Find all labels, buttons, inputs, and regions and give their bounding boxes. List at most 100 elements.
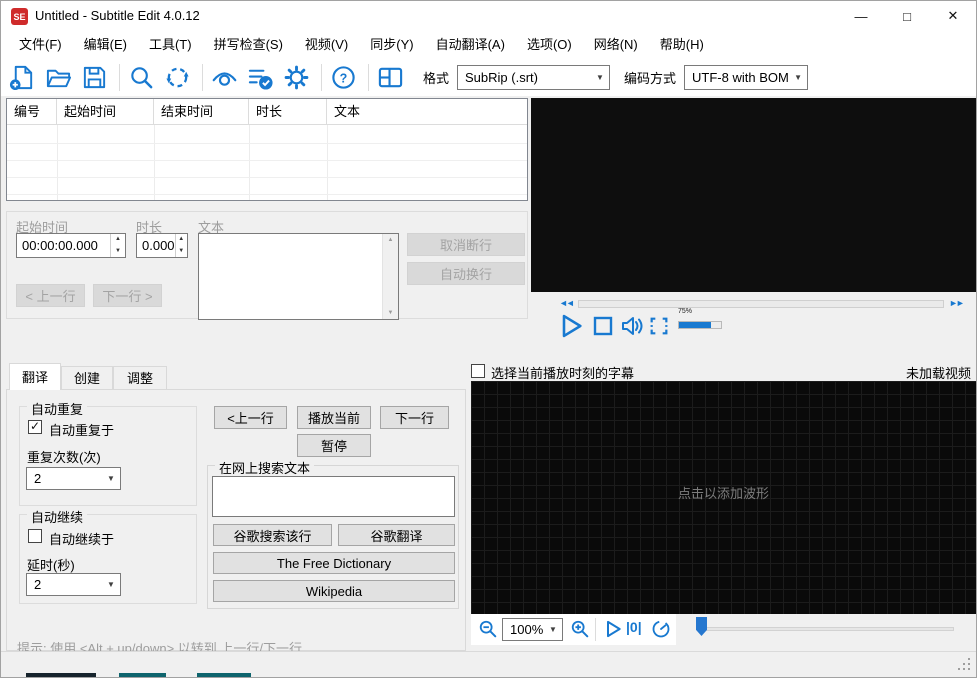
col-duration[interactable]: 时长: [249, 99, 327, 124]
new-file-icon[interactable]: [9, 64, 36, 91]
seek-forward-icon[interactable]: ►►: [949, 298, 965, 308]
menu-spellcheck[interactable]: 拼写检查(S): [203, 31, 294, 59]
web-search-input[interactable]: [212, 476, 455, 517]
pause-button[interactable]: 暂停: [297, 434, 371, 457]
col-text[interactable]: 文本: [327, 99, 527, 124]
tab-create[interactable]: 创建: [61, 366, 113, 390]
prev-line-button[interactable]: < 上一行: [16, 284, 85, 307]
waveform-area[interactable]: 点击以添加波形: [471, 381, 976, 614]
spell-check-icon[interactable]: [247, 64, 274, 91]
auto-continue-checkbox-label: 自动继续于: [49, 532, 115, 547]
seek-back-icon[interactable]: ◄◄: [559, 298, 575, 308]
replace-icon[interactable]: [164, 64, 191, 91]
col-end[interactable]: 结束时间: [154, 99, 249, 124]
taskbar-sliver: [197, 673, 251, 677]
visual-sync-icon[interactable]: [211, 64, 238, 91]
subtitle-list[interactable]: 编号 起始时间 结束时间 时长 文本: [6, 98, 528, 201]
slider-thumb[interactable]: [696, 617, 707, 636]
help-icon[interactable]: ?: [330, 64, 357, 91]
play-from-start-button[interactable]: |0|: [626, 619, 642, 635]
volume-icon[interactable]: [619, 313, 645, 339]
textarea-scrollbar[interactable]: ▲ ▼: [382, 234, 398, 319]
free-dictionary-button[interactable]: The Free Dictionary: [213, 552, 455, 574]
subtitle-text-area[interactable]: ▲ ▼: [198, 233, 399, 320]
select-current-subtitle-label: 选择当前播放时刻的字幕: [491, 366, 635, 381]
spin-down-icon[interactable]: ▼: [176, 246, 187, 258]
auto-repeat-group-label: 自动重复: [27, 399, 88, 418]
play-current-button[interactable]: 播放当前: [297, 406, 371, 429]
menu-network[interactable]: 网络(N): [583, 31, 649, 59]
repeat-count-select[interactable]: 2 ▼: [26, 467, 121, 490]
waveform-controls: 100% ▼ |0|: [471, 614, 976, 645]
menu-options[interactable]: 选项(O): [516, 31, 583, 59]
menu-help[interactable]: 帮助(H): [649, 31, 715, 59]
menu-sync[interactable]: 同步(Y): [359, 31, 424, 59]
format-select[interactable]: SubRip (.srt) ▼: [457, 65, 611, 90]
encoding-select[interactable]: UTF-8 with BOM ▼: [684, 65, 809, 90]
zoom-in-icon[interactable]: [570, 619, 590, 639]
waveform-zoom-select[interactable]: 100% ▼: [502, 618, 563, 641]
auto-repeat-checkbox[interactable]: [28, 419, 42, 434]
spin-up-icon[interactable]: ▲: [111, 234, 125, 246]
wikipedia-button[interactable]: Wikipedia: [213, 580, 455, 602]
scroll-down-icon[interactable]: ▼: [383, 310, 398, 316]
col-start[interactable]: 起始时间: [57, 99, 154, 124]
menu-tools[interactable]: 工具(T): [138, 31, 203, 59]
menu-file[interactable]: 文件(F): [8, 31, 73, 59]
unbreak-button[interactable]: 取消断行: [407, 233, 525, 256]
chevron-down-icon: ▼: [107, 580, 115, 589]
autobreak-button[interactable]: 自动换行: [407, 262, 525, 285]
minimize-button[interactable]: —: [838, 1, 884, 31]
open-file-icon[interactable]: [45, 64, 72, 91]
translate-tab-page: 自动重复 自动重复于 重复次数(次) 2 ▼ 自动继续 自动继续于 延时(秒) …: [6, 389, 466, 656]
google-translate-button[interactable]: 谷歌翻译: [338, 524, 455, 546]
close-button[interactable]: ✕: [930, 1, 976, 31]
menu-video[interactable]: 视频(V): [294, 31, 359, 59]
taskbar-sliver: [119, 673, 166, 677]
video-display[interactable]: [531, 98, 976, 292]
settings-icon[interactable]: [283, 64, 310, 91]
spin-up-icon[interactable]: ▲: [176, 234, 187, 246]
menu-bar: 文件(F) 编辑(E) 工具(T) 拼写检查(S) 视频(V) 同步(Y) 自动…: [1, 31, 976, 59]
video-stop-icon[interactable]: [592, 315, 614, 337]
maximize-button[interactable]: □: [884, 1, 930, 31]
tab-translate[interactable]: 翻译: [9, 363, 61, 390]
select-current-subtitle-checkbox[interactable]: [471, 364, 485, 378]
col-number[interactable]: 编号: [7, 99, 57, 124]
delay-select[interactable]: 2 ▼: [26, 573, 121, 596]
toolbar-separator: [321, 64, 322, 91]
next-line-button[interactable]: 下一行: [380, 406, 449, 429]
main-toolbar: ? 格式 SubRip (.srt) ▼ 编码方式 UTF-8 with BOM…: [1, 59, 976, 96]
scroll-up-icon[interactable]: ▲: [383, 237, 398, 243]
prev-line-button[interactable]: <上一行: [214, 406, 287, 429]
web-search-group: 在网上搜索文本 谷歌搜索该行 谷歌翻译 The Free Dictionary …: [207, 458, 459, 609]
video-play-icon[interactable]: [557, 312, 585, 340]
playback-speed-icon[interactable]: [651, 619, 671, 639]
save-icon[interactable]: [81, 64, 108, 91]
duration-value: 0.000: [142, 238, 175, 253]
volume-fill: [679, 322, 711, 328]
video-seek-bar[interactable]: [578, 300, 944, 308]
layout-icon[interactable]: [377, 64, 404, 91]
status-bar: [1, 651, 976, 675]
web-search-group-label: 在网上搜索文本: [215, 458, 315, 477]
duration-spinner[interactable]: 0.000 ▲ ▼: [136, 233, 188, 258]
find-icon[interactable]: [128, 64, 155, 91]
menu-autotranslate[interactable]: 自动翻译(A): [425, 31, 516, 59]
auto-repeat-group: 自动重复 自动重复于 重复次数(次) 2 ▼: [19, 399, 197, 506]
title-bar: SE Untitled - Subtitle Edit 4.0.12 — □ ✕: [1, 1, 976, 31]
menu-edit[interactable]: 编辑(E): [73, 31, 138, 59]
waveform-play-icon[interactable]: [603, 619, 623, 639]
fullscreen-icon[interactable]: [648, 315, 670, 337]
google-search-line-button[interactable]: 谷歌搜索该行: [213, 524, 332, 546]
spin-down-icon[interactable]: ▼: [111, 246, 125, 258]
waveform-position-slider[interactable]: [698, 627, 954, 631]
zoom-out-icon[interactable]: [478, 619, 498, 639]
next-line-button[interactable]: 下一行 >: [93, 284, 162, 307]
start-time-spinner[interactable]: 00:00:00.000 ▲ ▼: [16, 233, 126, 258]
volume-slider[interactable]: [678, 321, 722, 329]
auto-continue-checkbox[interactable]: [28, 529, 42, 543]
auto-repeat-checkbox-label: 自动重复于: [49, 423, 115, 438]
resize-grip-icon[interactable]: [968, 668, 970, 670]
tab-adjust[interactable]: 调整: [113, 366, 167, 390]
